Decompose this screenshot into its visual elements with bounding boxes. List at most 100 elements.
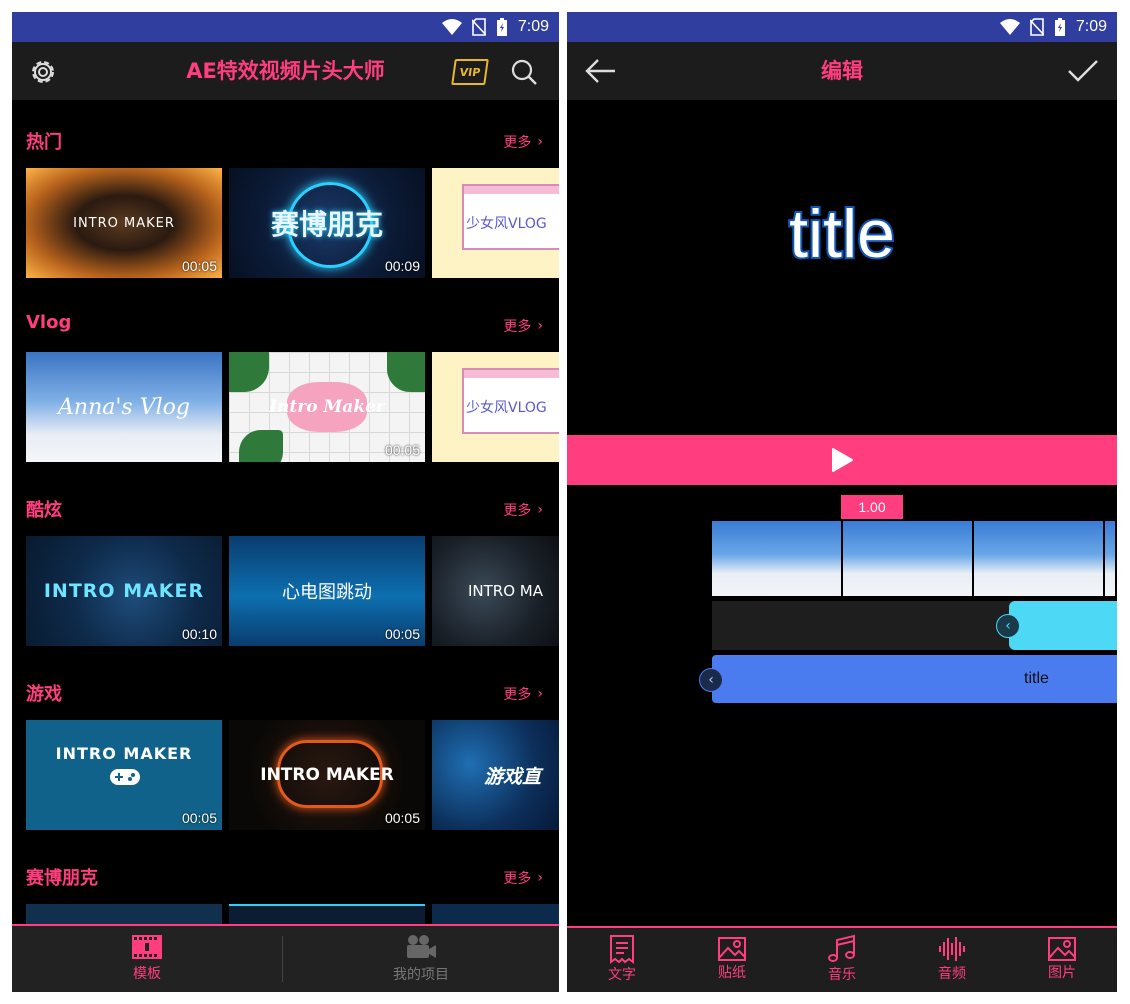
thumb-title: 少女风VLOG bbox=[466, 216, 547, 232]
video-frame bbox=[843, 521, 972, 596]
chevron-right-icon: › bbox=[537, 502, 543, 518]
section-title: Vlog bbox=[26, 312, 72, 333]
wifi-icon bbox=[999, 19, 1020, 35]
nav-projects-label: 我的项目 bbox=[393, 967, 449, 983]
editor-app-bar: 编辑 bbox=[567, 42, 1117, 100]
video-track[interactable] bbox=[712, 521, 1115, 596]
more-label: 更多 bbox=[503, 687, 532, 703]
image-icon bbox=[1048, 937, 1076, 961]
template-thumb[interactable]: Intro Maker 00:05 bbox=[229, 352, 425, 462]
template-thumb[interactable]: 赛博朋克 00:09 bbox=[229, 168, 425, 278]
sticker-track[interactable]: ‹ bbox=[712, 601, 1117, 650]
speed-indicator: 1.00 bbox=[841, 495, 903, 519]
sticker-clip[interactable] bbox=[1009, 601, 1117, 650]
video-frame bbox=[712, 521, 841, 596]
template-thumb[interactable]: 少女风VLOG bbox=[432, 352, 559, 462]
template-thumb[interactable]: INTRO MAKER 00:10 bbox=[26, 536, 222, 646]
chevron-right-icon: › bbox=[537, 318, 543, 334]
nav-templates-label: 模板 bbox=[133, 966, 161, 982]
template-thumb[interactable]: INTRO MAKER 00:05 bbox=[26, 720, 222, 830]
video-preview[interactable]: title bbox=[567, 100, 1117, 435]
template-thumb[interactable]: INTRO MAKER 00:05 bbox=[229, 720, 425, 830]
more-link[interactable]: 更多 › bbox=[503, 500, 543, 520]
tool-audio[interactable]: 音频 bbox=[897, 928, 1007, 990]
top-app-bar: AE特效视频片头大师 VIP bbox=[12, 42, 559, 100]
text-clip-label: title bbox=[1024, 670, 1049, 687]
duration-label: 00:05 bbox=[384, 810, 420, 826]
status-bar: 7:09 bbox=[567, 12, 1117, 42]
duration-label: 00:10 bbox=[181, 626, 217, 642]
clock: 7:09 bbox=[1075, 18, 1107, 35]
tool-label: 图片 bbox=[1048, 965, 1076, 981]
play-icon[interactable] bbox=[830, 447, 854, 473]
duration-label: 00:05 bbox=[181, 810, 217, 826]
nav-templates[interactable]: 模板 bbox=[12, 926, 282, 992]
text-icon bbox=[610, 935, 634, 964]
section-title: 热门 bbox=[26, 132, 62, 153]
battery-icon bbox=[496, 18, 507, 36]
more-link[interactable]: 更多 › bbox=[503, 868, 543, 888]
thumb-title: Anna's Vlog bbox=[58, 394, 190, 420]
text-track-clip[interactable]: title bbox=[712, 655, 1117, 703]
clock: 7:09 bbox=[517, 18, 549, 35]
no-sim-icon bbox=[1029, 18, 1044, 36]
duration-label: 00:09 bbox=[384, 258, 420, 274]
chevron-left-icon[interactable]: ‹ bbox=[699, 668, 723, 692]
music-icon bbox=[828, 934, 855, 962]
play-bar[interactable] bbox=[567, 435, 1117, 485]
vip-label: VIP bbox=[458, 65, 482, 79]
battery-icon bbox=[1054, 18, 1065, 36]
video-camera-icon bbox=[407, 935, 436, 958]
video-frame bbox=[974, 521, 1103, 596]
thumb-title: 少女风VLOG bbox=[466, 400, 547, 416]
chevron-right-icon: › bbox=[537, 134, 543, 150]
more-link[interactable]: 更多 › bbox=[503, 316, 543, 336]
editor-screen: 7:09 编辑 title 1.00 ‹ title ‹ 文字 贴纸 音乐 音频… bbox=[567, 12, 1117, 992]
video-frame bbox=[1105, 521, 1115, 596]
template-thumb[interactable]: 心电图跳动 00:05 bbox=[229, 536, 425, 646]
gamepad-icon bbox=[110, 769, 140, 785]
template-thumb[interactable]: 游戏直 bbox=[432, 720, 559, 830]
more-link[interactable]: 更多 › bbox=[503, 684, 543, 704]
preview-title-text: title bbox=[787, 194, 897, 274]
more-label: 更多 bbox=[503, 319, 532, 335]
section-title: 赛博朋克 bbox=[26, 868, 98, 889]
status-bar: 7:09 bbox=[12, 12, 559, 42]
audio-icon bbox=[939, 937, 965, 961]
nav-my-projects[interactable]: 我的项目 bbox=[283, 926, 559, 992]
sticker-icon bbox=[718, 937, 746, 961]
search-icon[interactable] bbox=[510, 58, 538, 86]
editor-title: 编辑 bbox=[821, 59, 863, 83]
tool-music[interactable]: 音乐 bbox=[787, 928, 897, 990]
tool-text[interactable]: 文字 bbox=[567, 928, 677, 990]
template-thumb[interactable]: 少女风VLOG bbox=[432, 168, 559, 278]
template-thumb[interactable]: Anna's Vlog bbox=[26, 352, 222, 462]
tool-label: 贴纸 bbox=[718, 965, 746, 981]
template-thumb[interactable]: INTRO MA bbox=[432, 536, 559, 646]
section-title: 酷炫 bbox=[26, 500, 62, 521]
film-icon bbox=[132, 935, 162, 959]
tool-bar: 文字 贴纸 音乐 音频 图片 bbox=[567, 926, 1117, 992]
no-sim-icon bbox=[471, 18, 486, 36]
thumb-title: INTRO MA bbox=[468, 582, 544, 600]
section-title: 游戏 bbox=[26, 684, 62, 705]
chevron-right-icon: › bbox=[537, 870, 543, 886]
thumb-title: 游戏直 bbox=[484, 765, 542, 788]
more-label: 更多 bbox=[503, 135, 532, 151]
chevron-left-icon[interactable]: ‹ bbox=[996, 614, 1020, 638]
check-icon[interactable] bbox=[1067, 58, 1099, 84]
tool-sticker[interactable]: 贴纸 bbox=[677, 928, 787, 990]
tool-label: 音乐 bbox=[828, 967, 856, 983]
duration-label: 00:05 bbox=[384, 626, 420, 642]
more-label: 更多 bbox=[503, 503, 532, 519]
bottom-nav: 模板 我的项目 bbox=[12, 924, 559, 992]
duration-label: 00:05 bbox=[181, 258, 217, 274]
vip-icon[interactable]: VIP bbox=[451, 59, 489, 85]
template-thumb[interactable]: INTRO MAKER 00:05 bbox=[26, 168, 222, 278]
home-screen: 7:09 AE特效视频片头大师 VIP 热门 更多 › INTRO MAKER 0… bbox=[12, 12, 559, 992]
wifi-icon bbox=[441, 19, 462, 35]
tool-image[interactable]: 图片 bbox=[1007, 928, 1117, 990]
tool-label: 文字 bbox=[608, 967, 636, 983]
tool-label: 音频 bbox=[938, 966, 966, 982]
more-link[interactable]: 更多 › bbox=[503, 132, 543, 152]
